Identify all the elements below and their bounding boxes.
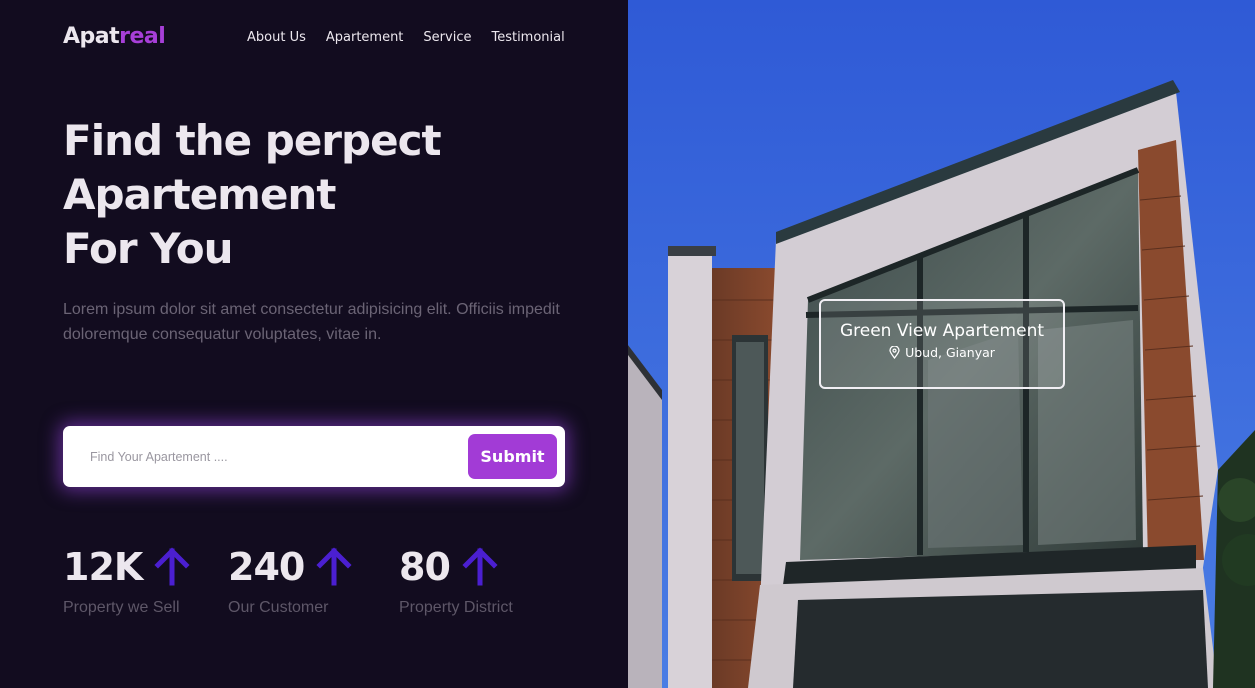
main-nav: About Us Apartement Service Testimonial [247, 30, 585, 45]
left-panel: Apatreal About Us Apartement Service Tes… [0, 0, 628, 688]
arrow-up-icon [316, 547, 352, 586]
hero-title-line-1: Find the perpect [63, 116, 442, 165]
arrow-up-icon [154, 547, 190, 586]
nav-service[interactable]: Service [423, 30, 471, 45]
hero-image: Green View Apartement Ubud, Gianyar [628, 0, 1255, 688]
map-pin-icon [889, 346, 900, 359]
search-bar: Submit [63, 426, 565, 487]
stat-property-district: 80 Property District [399, 540, 513, 617]
stat-value: 80 [399, 545, 451, 589]
nav-testimonial[interactable]: Testimonial [491, 30, 564, 45]
stat-label: Our Customer [228, 599, 329, 616]
property-location: Ubud, Gianyar [821, 345, 1063, 360]
stat-customers: 240 Our Customer [228, 540, 352, 617]
hero-title-line-3: For You [63, 224, 234, 273]
stat-property-sold: 12K Property we Sell [63, 540, 190, 617]
property-title: Green View Apartement [839, 321, 1045, 341]
submit-button[interactable]: Submit [468, 434, 557, 479]
property-location-text: Ubud, Gianyar [905, 345, 995, 360]
arrow-up-icon [462, 547, 498, 586]
nav-apartement[interactable]: Apartement [326, 30, 404, 45]
nav-about-us[interactable]: About Us [247, 30, 306, 45]
search-input[interactable] [90, 444, 450, 470]
hero-title: Find the perpect Apartement For You [63, 114, 583, 276]
stat-label: Property we Sell [63, 599, 180, 616]
stat-label: Property District [399, 599, 513, 616]
stat-value: 240 [228, 545, 305, 589]
brand-name-main: Apat [63, 24, 120, 49]
brand-logo[interactable]: Apatreal [63, 24, 166, 49]
property-tag[interactable]: Green View Apartement Ubud, Gianyar [819, 299, 1065, 389]
hero-title-line-2: Apartement [63, 170, 336, 219]
hero-description: Lorem ipsum dolor sit amet consectetur a… [63, 301, 560, 343]
brand-name-accent: real [119, 24, 166, 49]
stat-value: 12K [63, 545, 143, 589]
